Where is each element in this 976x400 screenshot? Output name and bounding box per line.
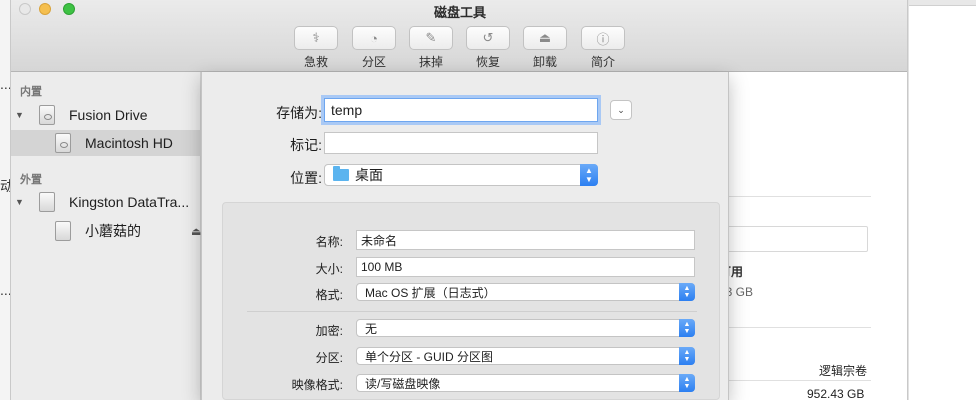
encryption-value: 无 bbox=[365, 321, 378, 336]
info-label: 简介 bbox=[590, 55, 615, 69]
background-window-titlebar bbox=[909, 0, 976, 6]
info-icon: ⓘ bbox=[596, 31, 610, 47]
name-field[interactable]: 未命名 bbox=[356, 230, 695, 250]
disk-utility-window: 磁盘工具 ⚕ 急救 ◔ 分区 ✎ 抹掉 ↺ 恢复 ⏏ 卸载 ⓘ 简介 内置 ▼ bbox=[10, 0, 908, 400]
partition-scheme-label: 分区: bbox=[315, 351, 343, 365]
external-volume-icon bbox=[55, 221, 71, 241]
options-panel: 名称: 未命名 大小: 100 MB 格式: Mac OS 扩展（日志式） ▲ ▼… bbox=[222, 202, 720, 400]
restore-label: 恢复 bbox=[475, 55, 500, 69]
sidebar-item-kingston[interactable]: ▼ Kingston DataTra... bbox=[11, 189, 201, 215]
save-as-field[interactable]: temp bbox=[324, 98, 598, 122]
format-popup[interactable]: Mac OS 扩展（日志式） ▲ ▼ bbox=[356, 283, 695, 301]
new-image-sheet: 存储为: temp ⌄ 标记: 位置: 桌面 ▲ ▼ 名称: 未命名 大小: 10… bbox=[201, 72, 729, 400]
encryption-label: 加密: bbox=[315, 324, 343, 338]
detail-divider bbox=[711, 196, 871, 197]
format-value: Mac OS 扩展（日志式） bbox=[365, 285, 496, 300]
format-label: 格式: bbox=[315, 288, 343, 302]
stethoscope-icon: ⚕ bbox=[312, 30, 320, 45]
size-field[interactable]: 100 MB bbox=[356, 257, 695, 277]
image-format-popup[interactable]: 读/写磁盘映像 ▲ ▼ bbox=[356, 374, 695, 392]
sidebar-header-internal: 内置 bbox=[20, 86, 42, 98]
tags-field[interactable] bbox=[324, 132, 598, 154]
sidebar-item-label: Kingston DataTra... bbox=[69, 194, 190, 210]
popup-stepper-icon: ▲ ▼ bbox=[679, 374, 695, 392]
detail-divider bbox=[711, 380, 871, 381]
image-format-value: 读/写磁盘映像 bbox=[365, 376, 441, 391]
popup-stepper-icon: ▲ ▼ bbox=[679, 319, 695, 337]
tags-label: 标记: bbox=[290, 137, 322, 153]
save-as-label: 存储为: bbox=[276, 105, 322, 121]
partition-label: 分区 bbox=[361, 55, 386, 69]
internal-disk-icon bbox=[39, 105, 55, 125]
sidebar-item-label: Fusion Drive bbox=[69, 107, 148, 123]
restore-icon: ↺ bbox=[482, 30, 494, 45]
sidebar-item-volume[interactable]: 小蘑菇的 ⏏ bbox=[11, 218, 201, 244]
detail-capacity: 952.43 GB bbox=[807, 387, 865, 400]
erase-button[interactable]: ✎ 抹掉 bbox=[409, 26, 453, 70]
location-popup[interactable]: 桌面 ▲ ▼ bbox=[324, 164, 598, 186]
volume-disk-icon bbox=[55, 133, 71, 153]
location-label: 位置: bbox=[290, 170, 322, 186]
erase-label: 抹掉 bbox=[418, 55, 443, 69]
unmount-button[interactable]: ⏏ 卸载 bbox=[523, 26, 567, 70]
popup-stepper-icon: ▲ ▼ bbox=[679, 347, 695, 365]
title-bar: 磁盘工具 ⚕ 急救 ◔ 分区 ✎ 抹掉 ↺ 恢复 ⏏ 卸载 ⓘ 简介 bbox=[11, 0, 907, 72]
sidebar-item-macintosh-hd[interactable]: Macintosh HD bbox=[11, 130, 201, 156]
options-divider bbox=[247, 311, 697, 312]
location-value: 桌面 bbox=[355, 167, 383, 183]
name-label: 名称: bbox=[315, 235, 343, 249]
size-label: 大小: bbox=[315, 262, 343, 276]
info-button[interactable]: ⓘ 简介 bbox=[581, 26, 625, 70]
restore-button[interactable]: ↺ 恢复 bbox=[466, 26, 510, 70]
image-format-label: 映像格式: bbox=[291, 378, 343, 392]
partition-button[interactable]: ◔ 分区 bbox=[352, 26, 396, 70]
first-aid-button[interactable]: ⚕ 急救 bbox=[294, 26, 338, 70]
partition-scheme-popup[interactable]: 单个分区 - GUID 分区图 ▲ ▼ bbox=[356, 347, 695, 365]
sidebar-item-fusion-drive[interactable]: ▼ Fusion Drive bbox=[11, 102, 201, 128]
unmount-label: 卸载 bbox=[532, 55, 557, 69]
first-aid-label: 急救 bbox=[303, 55, 328, 69]
unmount-icon: ⏏ bbox=[538, 30, 552, 45]
sidebar-header-external: 外置 bbox=[20, 174, 42, 186]
detail-divider bbox=[711, 327, 871, 328]
folder-icon bbox=[333, 166, 349, 181]
popup-stepper-icon: ▲ ▼ bbox=[679, 283, 695, 301]
disclosure-triangle-icon[interactable]: ▼ bbox=[15, 197, 24, 207]
eject-icon[interactable]: ⏏ bbox=[191, 225, 201, 238]
detail-volume-type: 逻辑宗卷 bbox=[819, 364, 868, 378]
popup-stepper-icon: ▲ ▼ bbox=[580, 164, 598, 186]
external-disk-icon bbox=[39, 192, 55, 212]
chevron-down-icon: ⌄ bbox=[617, 104, 625, 115]
disclosure-triangle-icon[interactable]: ▼ bbox=[15, 110, 24, 120]
partition-scheme-value: 单个分区 - GUID 分区图 bbox=[365, 349, 493, 364]
sidebar-item-label: 小蘑菇的 bbox=[85, 223, 141, 239]
sidebar-item-label: Macintosh HD bbox=[85, 135, 173, 151]
pie-chart-icon: ◔ bbox=[370, 30, 378, 46]
encryption-popup[interactable]: 无 ▲ ▼ bbox=[356, 319, 695, 337]
erase-icon: ✎ bbox=[425, 30, 437, 45]
detail-usage-bar bbox=[711, 226, 868, 252]
expand-sheet-button[interactable]: ⌄ bbox=[610, 100, 632, 120]
sidebar: 内置 ▼ Fusion Drive Macintosh HD 外置 ▼ King… bbox=[11, 72, 201, 400]
background-window-right bbox=[908, 0, 976, 400]
window-title: 磁盘工具 bbox=[433, 5, 486, 20]
